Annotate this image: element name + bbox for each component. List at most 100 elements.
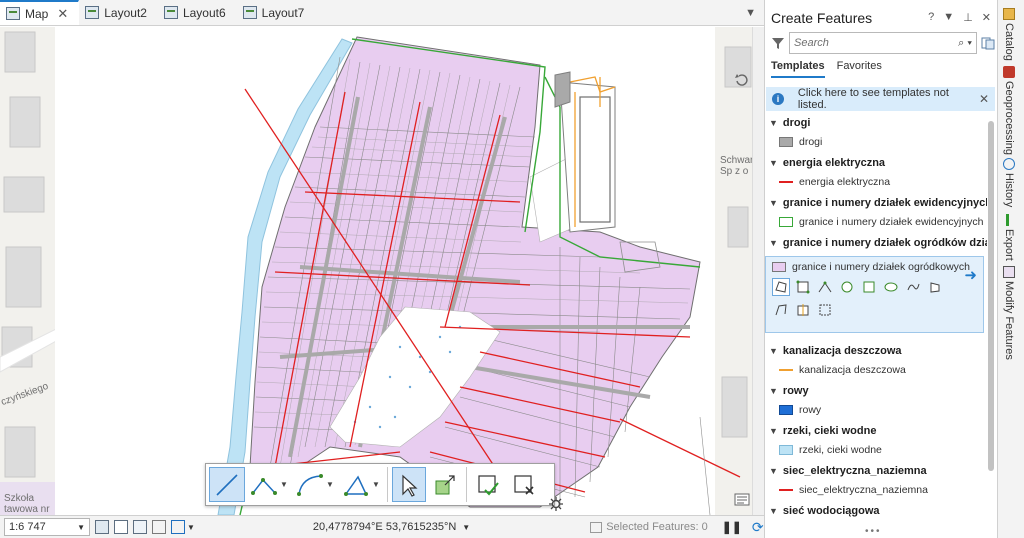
polygon-tool-button[interactable]: ▼ <box>339 467 383 502</box>
map-view[interactable]: Schwarte Sp z o czyńskiego Szkoła tawowa… <box>0 27 752 515</box>
scrollbar-thumb[interactable] <box>988 121 994 471</box>
template-item[interactable]: kanalizacja deszczowa <box>765 360 987 379</box>
close-icon[interactable]: ✕ <box>979 92 989 106</box>
collapse-caret-icon[interactable]: ▼ <box>769 198 778 208</box>
template-item[interactable]: rowy <box>765 400 987 419</box>
line-tool-button[interactable] <box>209 467 245 502</box>
dropdown-chevron-icon[interactable]: ▼ <box>280 480 288 489</box>
dock-tab-geoprocessing[interactable]: Geoprocessing <box>1003 66 1015 155</box>
dropdown-chevron-icon[interactable]: ▼ <box>372 480 380 489</box>
polyline-tool-button[interactable]: ▼ <box>247 467 291 502</box>
tab-map[interactable]: Map ✕ <box>0 0 80 25</box>
search-input[interactable]: Search ⌕ ▾ <box>789 32 977 54</box>
split-tool[interactable] <box>794 301 812 319</box>
map-notes-icon[interactable] <box>734 493 750 507</box>
tab-overflow-chevron-icon[interactable]: ▼ <box>737 0 764 25</box>
toolbar-divider <box>387 467 388 502</box>
tab-layout2[interactable]: Layout2 <box>79 0 158 25</box>
table-icon[interactable] <box>114 520 128 534</box>
dock-tab-catalog[interactable]: Catalog <box>1003 8 1015 61</box>
dock-tab-history[interactable]: History <box>1003 158 1015 207</box>
tab-templates[interactable]: Templates <box>771 60 825 78</box>
constraints-icon[interactable] <box>152 520 166 534</box>
selected-features-indicator[interactable]: Selected Features: 0 <box>590 521 708 533</box>
group-header[interactable]: ▼ energia elektryczna <box>765 153 987 172</box>
group-header[interactable]: ▼ sieć wodociągowa <box>765 501 987 520</box>
freehand-tool[interactable] <box>904 278 922 296</box>
arrow-right-icon[interactable]: ➜ <box>964 266 977 284</box>
close-icon[interactable]: ✕ <box>57 6 68 22</box>
cancel-sketch-button[interactable] <box>507 467 541 502</box>
collapse-caret-icon[interactable]: ▼ <box>769 118 778 128</box>
collapse-caret-icon[interactable]: ▼ <box>769 238 778 248</box>
tab-layout7[interactable]: Layout7 <box>237 0 316 25</box>
snapping-icon[interactable] <box>133 520 147 534</box>
scale-selector[interactable]: 1:6 747 ▼ <box>4 518 90 536</box>
tab-favorites[interactable]: Favorites <box>837 60 882 78</box>
auto-complete-tool[interactable] <box>926 278 944 296</box>
north-arrow-icon[interactable] <box>171 520 185 534</box>
chevron-down-icon[interactable]: ▼ <box>462 523 470 532</box>
map-canvas[interactable] <box>0 27 752 515</box>
template-label: energia elektryczna <box>799 175 891 188</box>
group-header[interactable]: ▼ kanalizacja deszczowa <box>765 341 987 360</box>
group-header[interactable]: ▼ siec_elektryczna_naziemna <box>765 461 987 480</box>
select-tool-button[interactable] <box>392 467 426 502</box>
more-options-indicator[interactable]: ••• <box>865 526 882 537</box>
arc-tool-button[interactable]: ▼ <box>293 467 337 502</box>
pane-scrollbar[interactable] <box>987 113 995 523</box>
collapse-caret-icon[interactable]: ▼ <box>769 506 778 516</box>
dock-tab-export[interactable]: Export <box>1003 214 1015 261</box>
polygon-tool[interactable] <box>772 278 790 296</box>
group-header[interactable]: ▼ granice i numery działek ewidencyjnych <box>765 193 987 212</box>
pause-drawing-icon[interactable]: ❚❚ <box>722 520 742 534</box>
refresh-map-icon[interactable] <box>734 72 750 88</box>
help-icon[interactable]: ? <box>928 11 934 24</box>
template-item[interactable]: energia elektryczna <box>765 172 987 191</box>
pin-icon[interactable]: ⊥ <box>963 11 973 24</box>
circle-tool[interactable] <box>838 278 856 296</box>
toolbar-settings-gear-icon[interactable] <box>549 497 563 511</box>
template-item[interactable]: siec_elektryczna_naziemna <box>765 480 987 499</box>
manage-templates-icon[interactable] <box>981 36 995 50</box>
template-item[interactable]: drogi <box>765 132 987 151</box>
tab-layout6[interactable]: Layout6 <box>158 0 237 25</box>
template-group: ▼ siec_elektryczna_naziemna siec_elektryc… <box>765 461 987 501</box>
selected-features-count: Selected Features: 0 <box>606 521 708 533</box>
ellipse-tool[interactable] <box>882 278 900 296</box>
search-icon[interactable]: ⌕ ▾ <box>958 37 972 50</box>
chevron-down-icon[interactable]: ▼ <box>187 523 195 532</box>
close-icon[interactable]: ✕ <box>982 11 991 24</box>
finish-sketch-button[interactable] <box>471 467 505 502</box>
collapse-caret-icon[interactable]: ▼ <box>769 386 778 396</box>
group-header[interactable]: ▼ granice i numery działek ogródków dział… <box>765 233 987 252</box>
dock-tab-modify-features[interactable]: Modify Features <box>1003 266 1015 360</box>
group-header[interactable]: ▼ rzeki, cieki wodne <box>765 421 987 440</box>
rectangle-tool[interactable] <box>794 278 812 296</box>
collapse-caret-icon[interactable]: ▼ <box>769 158 778 168</box>
group-name: granice i numery działek ogródków działk… <box>782 236 987 249</box>
group-header[interactable]: ▼ rowy <box>765 381 987 400</box>
dropdown-chevron-icon[interactable]: ▼ <box>326 480 334 489</box>
map-scrollbar[interactable] <box>752 27 764 515</box>
collapse-caret-icon[interactable]: ▼ <box>769 346 778 356</box>
selected-template-card[interactable]: granice i numery działek ogródkowych ➜ <box>765 256 984 333</box>
coordinate-readout[interactable]: 20,4778794°E 53,7615235°N ▼ <box>313 521 470 533</box>
info-banner[interactable]: i Click here to see templates not listed… <box>766 87 995 111</box>
template-item[interactable]: granice i numery działek ewidencyjnych <box>765 212 987 231</box>
square-tool[interactable] <box>860 278 878 296</box>
grid-icon[interactable] <box>95 520 109 534</box>
pane-options-chevron-icon[interactable]: ▼ <box>943 11 954 24</box>
collapse-caret-icon[interactable]: ▼ <box>769 426 778 436</box>
collapse-caret-icon[interactable]: ▼ <box>769 466 778 476</box>
template-item[interactable]: granice i numery działek ogródkowych <box>772 261 977 273</box>
rectangle-select-tool[interactable] <box>816 301 834 319</box>
template-item[interactable]: rzeki, cieki wodne <box>765 440 987 459</box>
group-header[interactable]: ▼ drogi <box>765 113 987 132</box>
trace-tool[interactable] <box>772 301 790 319</box>
refresh-icon[interactable]: ⟳ <box>752 519 764 536</box>
right-angle-tool[interactable] <box>816 278 834 296</box>
reshape-tool-button[interactable] <box>428 467 462 502</box>
chevron-down-icon[interactable]: ▼ <box>77 523 85 532</box>
filter-icon[interactable] <box>771 36 785 50</box>
